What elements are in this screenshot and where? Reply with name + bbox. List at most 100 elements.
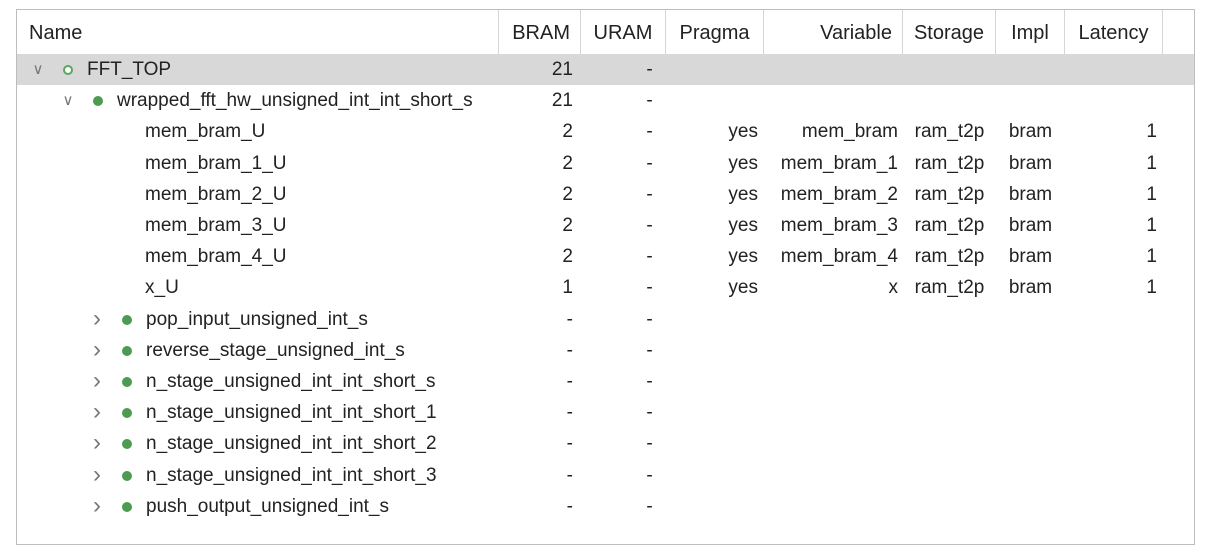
chevron-right-icon[interactable]: › (90, 428, 104, 459)
tree-row[interactable]: mem_bram_1_U 2- yes mem_bram_1 ram_t2p bram 1 (17, 148, 1194, 179)
cell-pragma: yes (728, 277, 758, 299)
cell-pragma (666, 54, 758, 85)
cell-impl (996, 85, 1065, 116)
cell-latency: 1 (1146, 183, 1157, 205)
cell-impl: bram (1008, 246, 1053, 268)
status-dot-icon (122, 501, 132, 512)
column-header-name[interactable]: Name (17, 10, 499, 57)
cell-pragma: yes (728, 246, 758, 268)
row-name: push_output_unsigned_int_s (146, 495, 389, 517)
cell-variable (764, 304, 898, 335)
cell-variable (764, 460, 898, 491)
cell-variable: mem_bram_3 (780, 215, 898, 236)
column-header-uram[interactable]: URAM (581, 10, 666, 57)
cell-latency (1065, 460, 1157, 491)
column-header-pragma[interactable]: Pragma (666, 10, 764, 57)
cell-bram: - (566, 308, 573, 330)
cell-bram: - (566, 339, 573, 361)
cell-storage (903, 85, 996, 116)
row-name: mem_bram_3_U (145, 215, 287, 236)
cell-storage (903, 366, 996, 397)
cell-latency: 1 (1146, 246, 1157, 268)
cell-pragma (666, 335, 758, 366)
cell-impl: bram (1008, 183, 1053, 205)
cell-variable (764, 54, 898, 85)
tree-row[interactable]: x_U 1- yes x ram_t2p bram 1 (17, 272, 1194, 303)
row-name: n_stage_unsigned_int_int_short_s (146, 371, 436, 392)
cell-storage (903, 54, 996, 85)
cell-storage (903, 428, 996, 459)
tree-row[interactable]: mem_bram_2_U 2- yes mem_bram_2 ram_t2p bram 1 (17, 179, 1194, 210)
column-header-bram[interactable]: BRAM (499, 10, 581, 57)
cell-bram: - (566, 495, 573, 517)
cell-variable: mem_bram_1 (780, 152, 898, 174)
cell-latency: 1 (1146, 277, 1157, 299)
cell-pragma: yes (728, 183, 758, 205)
status-dot-icon (93, 96, 103, 107)
column-header-impl[interactable]: Impl (996, 10, 1065, 57)
cell-impl (996, 397, 1065, 428)
tree-row[interactable]: › push_output_unsigned_int_s - - (17, 491, 1194, 522)
chevron-right-icon[interactable]: › (90, 304, 104, 335)
cell-bram: - (566, 402, 573, 424)
cell-impl (996, 460, 1065, 491)
column-header-storage[interactable]: Storage (903, 10, 996, 57)
cell-bram: 2 (562, 215, 573, 236)
cell-pragma: yes (728, 152, 758, 174)
tree-row[interactable]: › n_stage_unsigned_int_int_short_2- - (17, 428, 1194, 459)
tree-row[interactable]: › n_stage_unsigned_int_int_short_3- - (17, 460, 1194, 491)
status-dot-icon (122, 345, 132, 356)
cell-latency: 1 (1146, 152, 1157, 174)
row-name: mem_bram_2_U (145, 183, 287, 205)
tree-row[interactable]: › reverse_stage_unsigned_int_s - - (17, 335, 1194, 366)
cell-bram: 2 (562, 246, 573, 268)
cell-storage: ram_t2p (914, 121, 985, 143)
chevron-right-icon[interactable]: › (90, 460, 104, 491)
cell-variable (764, 85, 898, 116)
tree-row[interactable]: mem_bram_U 2- yes mem_bram ram_t2p bram 1 (17, 116, 1194, 147)
tree-row[interactable]: ∨ wrapped_fft_hw_unsigned_int_int_short_s… (17, 85, 1194, 116)
cell-impl (996, 54, 1065, 85)
chevron-right-icon[interactable]: › (90, 366, 104, 397)
cell-impl: bram (1008, 121, 1053, 143)
cell-storage: ram_t2p (914, 152, 985, 174)
cell-latency (1065, 428, 1157, 459)
column-header-variable[interactable]: Variable (764, 10, 903, 57)
tree-row[interactable]: mem_bram_4_U 2- yes mem_bram_4 ram_t2p bram 1 (17, 241, 1194, 272)
column-header-latency[interactable]: Latency (1065, 10, 1163, 57)
chevron-right-icon[interactable]: › (90, 397, 104, 428)
chevron-right-icon[interactable]: › (90, 335, 104, 366)
chevron-down-icon[interactable]: ∨ (61, 85, 75, 116)
cell-latency (1065, 304, 1157, 335)
tree-row[interactable]: mem_bram_3_U 2- yes mem_bram_3 ram_t2p bram 1 (17, 210, 1194, 241)
cell-storage: ram_t2p (914, 246, 985, 268)
cell-variable: x (888, 277, 899, 299)
cell-storage: ram_t2p (914, 277, 985, 299)
cell-impl: bram (1008, 277, 1053, 299)
chevron-right-icon[interactable]: › (90, 491, 104, 522)
cell-impl (996, 428, 1065, 459)
cell-variable (764, 335, 898, 366)
cell-latency (1065, 335, 1157, 366)
cell-bram: - (566, 464, 573, 486)
cell-pragma: yes (728, 215, 758, 236)
cell-variable (764, 366, 898, 397)
cell-latency (1065, 54, 1157, 85)
row-name: x_U (145, 277, 179, 299)
row-name: mem_bram_1_U (145, 152, 287, 174)
cell-pragma (666, 85, 758, 116)
tree-row[interactable]: › n_stage_unsigned_int_int_short_s - - (17, 366, 1194, 397)
cell-bram: 21 (551, 59, 573, 80)
cell-bram: 2 (562, 152, 573, 174)
tree-row[interactable]: ∨ FFT_TOP 21- (17, 54, 1194, 85)
tree-row[interactable]: › pop_input_unsigned_int_s - - (17, 304, 1194, 335)
cell-storage (903, 460, 996, 491)
row-name: mem_bram_4_U (145, 246, 287, 268)
cell-impl (996, 304, 1065, 335)
cell-storage (903, 304, 996, 335)
tree-row[interactable]: › n_stage_unsigned_int_int_short_1- - (17, 397, 1194, 428)
cell-bram: 2 (562, 183, 573, 205)
cell-storage: ram_t2p (914, 183, 985, 205)
chevron-down-icon[interactable]: ∨ (31, 54, 45, 85)
status-dot-icon (122, 408, 132, 419)
